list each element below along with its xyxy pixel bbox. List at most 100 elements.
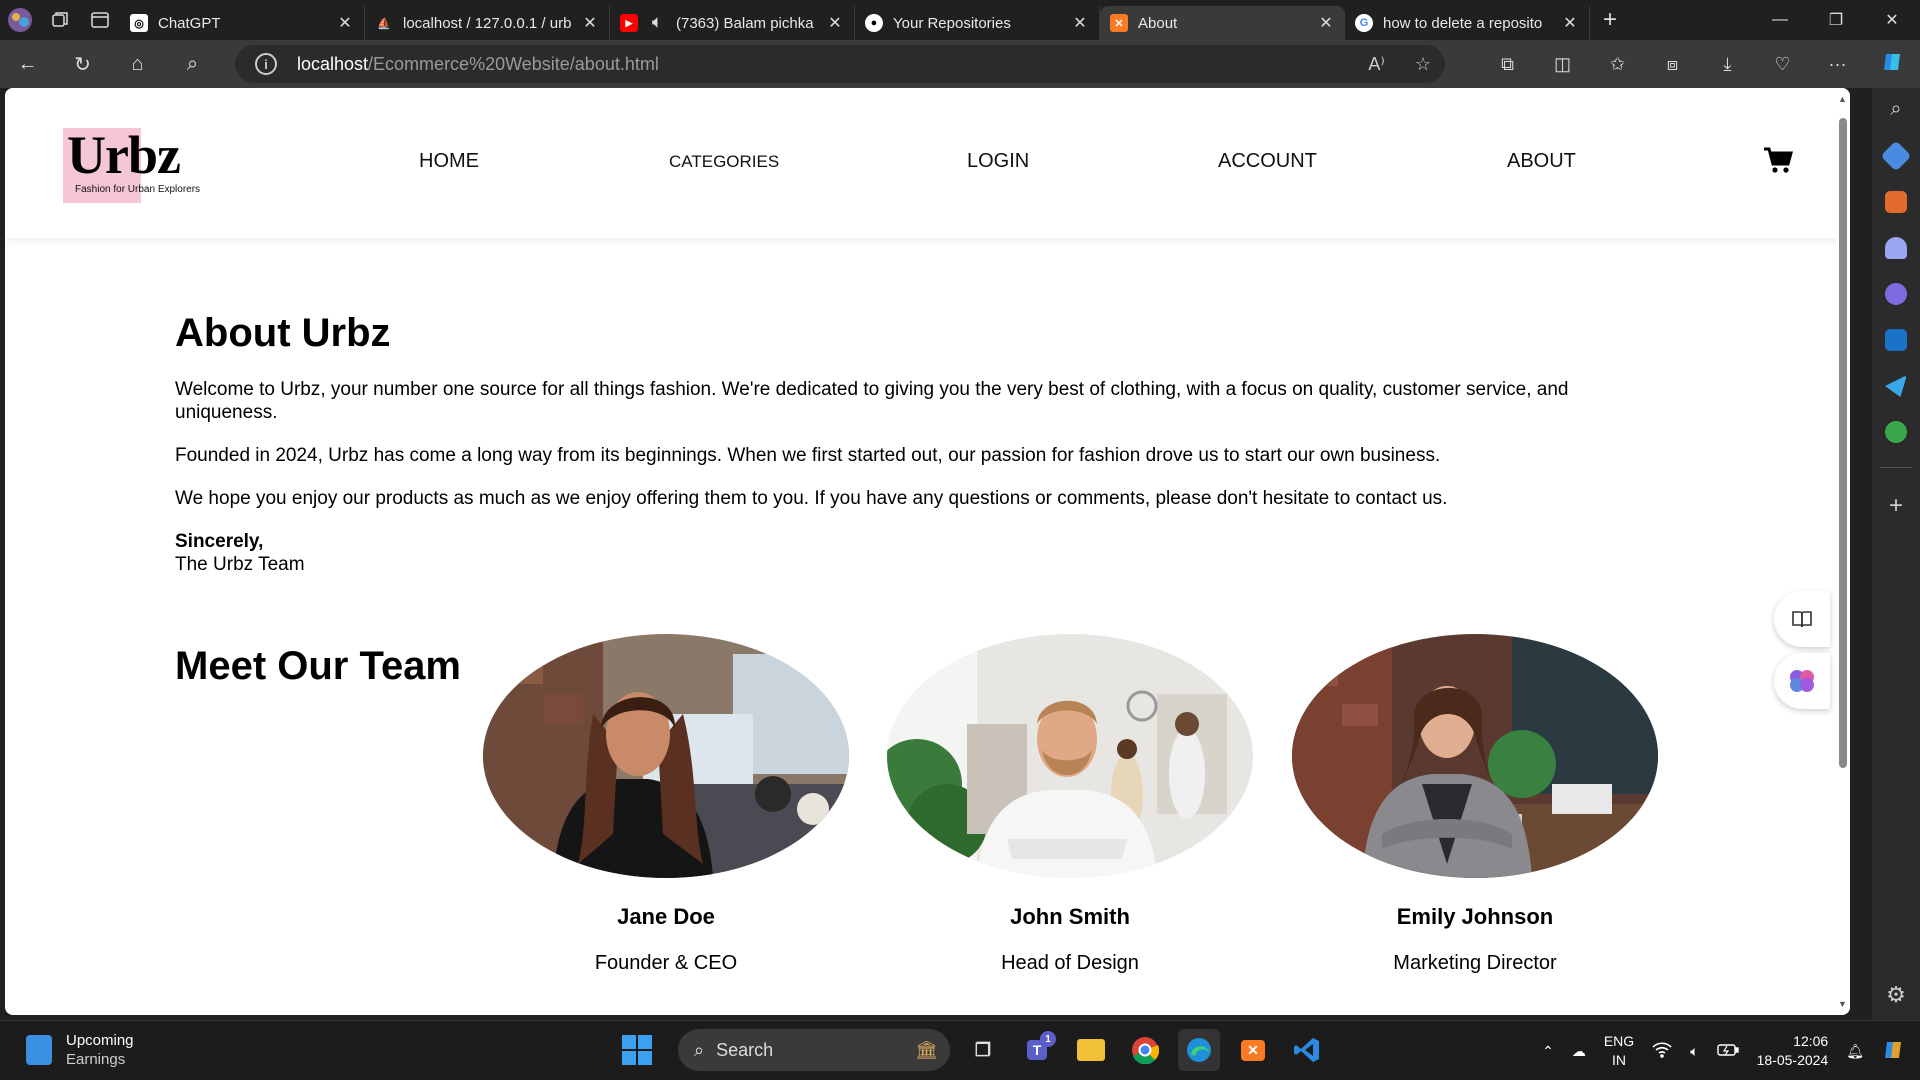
games-icon[interactable] [1885,237,1907,259]
tab-title: About [1138,14,1178,32]
refresh-icon[interactable]: ↻ [55,40,110,88]
browser-tab[interactable]: ▶ 🔈︎ (7363) Balam pichka ✕ [610,6,855,40]
tab-title: (7363) Balam pichka [676,14,814,32]
site-info-icon[interactable]: i [255,53,277,75]
telegram-send-icon[interactable] [1885,375,1907,397]
about-title: About Urbz [175,311,391,355]
extensions-icon[interactable]: ⧉ [1480,54,1535,75]
widget-subtitle: Earnings [66,1051,126,1068]
nav-account[interactable]: ACCOUNT [1218,150,1317,173]
audio-playing-icon[interactable]: 🔈︎ [648,14,666,32]
search-icon[interactable]: ⌕ [165,40,220,88]
shopping-cart-icon[interactable] [1763,146,1793,174]
copilot-icon[interactable] [1865,50,1920,79]
tab-title: Your Repositories [893,14,1011,32]
favorites-icon[interactable]: ✩ [1590,54,1645,75]
close-tab-icon[interactable]: ✕ [826,13,844,33]
browser-tab[interactable]: ● Your Repositories ✕ [855,6,1100,40]
nav-login[interactable]: LOGIN [967,150,1029,173]
ai-assistant-brain-icon[interactable] [1774,653,1830,709]
file-explorer-icon[interactable] [1070,1029,1112,1071]
scroll-up-icon[interactable]: ▲ [1838,94,1847,104]
team-title: Meet Our Team [175,644,461,688]
scroll-down-icon[interactable]: ▼ [1838,999,1847,1009]
nav-categories[interactable]: CATEGORIES [669,152,779,172]
tools-briefcase-icon[interactable] [1885,191,1907,213]
close-tab-icon[interactable]: ✕ [336,13,354,33]
vscode-icon[interactable] [1286,1029,1328,1071]
browser-tab[interactable]: ◎ ChatGPT ✕ [120,6,365,40]
edge-icon[interactable] [1178,1029,1220,1071]
collections-icon[interactable]: ⧈ [1645,54,1700,75]
start-menu-icon[interactable] [622,1035,652,1065]
battery-icon[interactable] [1716,1043,1739,1060]
show-hidden-icons-icon[interactable]: ⌃ [1542,1043,1554,1060]
url-text[interactable]: localhost/Ecommerce%20Website/about.html [297,54,659,75]
browser-tab-active[interactable]: ✕ About ✕ [1100,6,1345,40]
tree-icon[interactable] [1885,421,1907,443]
shopping-tag-icon[interactable] [1880,140,1912,172]
onedrive-icon[interactable]: ☁ [1572,1043,1586,1060]
tab-actions-icon[interactable] [80,0,120,40]
page-scrollbar[interactable]: ▲ ▼ [1836,88,1850,1015]
favorite-star-icon[interactable]: ☆ [1415,54,1431,75]
about-paragraph: We hope you enjoy our products as much a… [175,488,1448,509]
language-indicator[interactable]: ENG IN [1604,1032,1634,1070]
browser-tab[interactable]: G how to delete a reposito ✕ [1345,6,1590,40]
team-member-photo [887,634,1253,878]
xampp-icon: ✕ [1110,14,1128,32]
task-view-icon[interactable]: ❐ [962,1029,1004,1071]
search-highlight-icon: 🏛︎ [915,1039,938,1060]
more-menu-icon[interactable]: ··· [1810,54,1865,75]
taskbar-search[interactable]: ⌕ Search 🏛︎ [678,1029,950,1071]
home-icon[interactable]: ⌂ [110,40,165,88]
signature-block: Sincerely, The Urbz Team [175,530,1675,576]
downloads-icon[interactable]: ⤓ [1700,54,1755,75]
teams-icon[interactable]: T 1 [1016,1029,1058,1071]
back-icon[interactable]: ← [0,40,55,88]
nav-about[interactable]: ABOUT [1507,150,1576,173]
notification-badge: 1 [1040,1031,1056,1047]
add-sidebar-app-icon[interactable]: + [1889,492,1903,520]
sidebar-settings-icon[interactable]: ⚙ [1886,982,1906,1008]
team-member-card: Jane Doe Founder & CEO [483,634,849,975]
system-tray: ⌃ ☁ ENG IN 🔈︎ 12:06 18-05-2024 🔔︎ [1542,1021,1920,1080]
close-tab-icon[interactable]: ✕ [1071,13,1089,33]
copilot-taskbar-icon[interactable] [1882,1038,1906,1065]
copilot-sidebar-icon[interactable] [1885,283,1907,305]
notifications-bell-icon[interactable]: 🔔︎ [1846,1043,1864,1060]
close-window-icon[interactable]: ✕ [1864,0,1920,40]
outlook-icon[interactable] [1885,329,1907,351]
xampp-icon[interactable]: ✕ [1232,1029,1274,1071]
window-controls: — ❐ ✕ [1752,0,1920,40]
restore-icon[interactable]: ❐ [1808,0,1864,40]
workspaces-icon[interactable] [40,0,80,40]
widgets-button[interactable]: Upcoming Earnings [26,1031,134,1069]
edge-sidebar: ⌕ + ⚙ [1872,88,1920,1020]
team-member-card: John Smith Head of Design [887,634,1253,975]
sidebar-search-icon[interactable]: ⌕ [1890,98,1901,121]
team-member-role: Head of Design [1001,952,1139,974]
wifi-icon[interactable] [1652,1041,1672,1061]
chrome-icon[interactable] [1124,1029,1166,1071]
search-label: Search [716,1039,774,1060]
address-bar[interactable]: i localhost/Ecommerce%20Website/about.ht… [235,45,1445,83]
nav-home[interactable]: HOME [419,150,479,173]
clock-date: 18-05-2024 [1756,1052,1829,1068]
close-tab-icon[interactable]: ✕ [581,13,599,33]
profile-avatar-icon[interactable] [0,0,40,40]
immersive-reader-icon[interactable] [1774,591,1830,647]
new-tab-button[interactable]: + [1590,6,1630,34]
split-screen-icon[interactable]: ◫ [1535,54,1590,75]
tab-title: how to delete a reposito [1383,14,1543,32]
clock[interactable]: 12:06 18-05-2024 [1757,1032,1829,1070]
close-tab-icon[interactable]: ✕ [1317,13,1335,33]
scrollbar-thumb[interactable] [1839,118,1847,768]
volume-icon[interactable]: 🔈︎ [1690,1043,1698,1060]
performance-icon[interactable]: ♡ [1755,54,1810,75]
site-logo[interactable]: Urbz Fashion for Urban Explorers [63,125,215,203]
browser-tab[interactable]: ⛵ localhost / 127.0.0.1 / urb ✕ [365,6,610,40]
read-aloud-icon[interactable]: A⁾ [1368,54,1384,75]
close-tab-icon[interactable]: ✕ [1561,13,1579,33]
minimize-icon[interactable]: — [1752,0,1808,40]
